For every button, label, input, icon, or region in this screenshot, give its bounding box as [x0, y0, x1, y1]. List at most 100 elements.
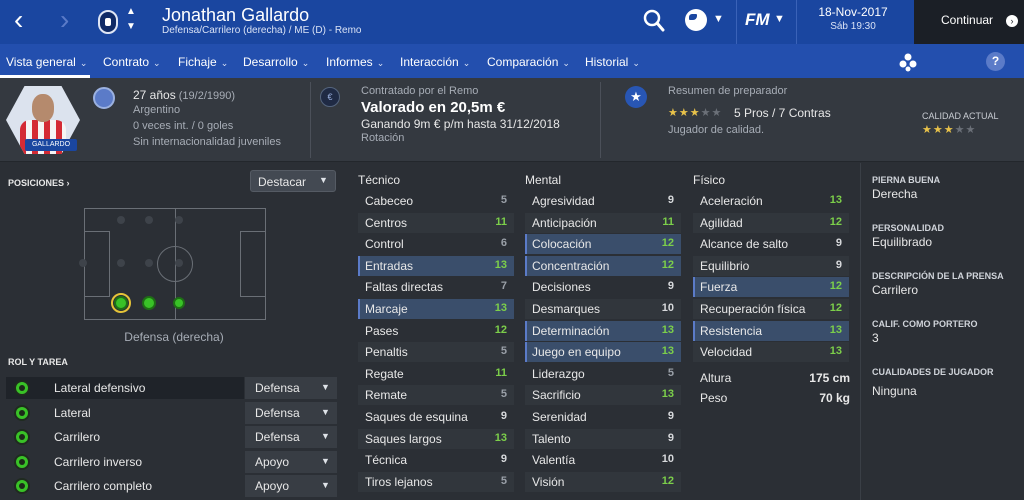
duty-dropdown[interactable]: Defensa ▼ — [244, 402, 337, 424]
attribute-row[interactable]: Regate 11 — [358, 364, 514, 384]
role-row[interactable]: Carrilero inverso Apoyo ▼ — [6, 451, 337, 473]
attribute-row[interactable]: Aceleración 13 — [693, 191, 849, 211]
attribute-value: 12 — [661, 474, 674, 487]
attribute-row[interactable]: Liderazgo 5 — [525, 364, 681, 384]
details-panel — [860, 163, 1024, 500]
contracted-by: Contratado por el Remo — [361, 85, 479, 97]
position-dot-active[interactable] — [142, 296, 156, 310]
attribute-row[interactable]: Técnica 9 — [358, 450, 514, 470]
menu-label: Informes — [326, 55, 373, 69]
menu-comparacion[interactable]: Comparación ⌄ — [487, 55, 570, 69]
attribute-value: 9 — [835, 237, 842, 250]
attribute-row[interactable]: Concentración 12 — [525, 255, 681, 276]
menu-informes[interactable]: Informes ⌄ — [326, 55, 384, 69]
attribute-row[interactable]: Equilibrio 9 — [693, 255, 849, 276]
club-badge-icon[interactable] — [98, 10, 118, 34]
attribute-row[interactable]: Fuerza 12 — [693, 277, 849, 298]
back-arrow-icon[interactable]: ‹ — [14, 6, 23, 34]
chevron-down-icon: ⌄ — [220, 58, 229, 68]
highlight-dropdown[interactable]: Destacar ▼ — [250, 170, 336, 192]
attribute-row[interactable]: Juego en equipo 13 — [525, 342, 681, 363]
attribute-row[interactable]: Alcance de salto 9 — [693, 234, 849, 254]
attribute-row[interactable]: Marcaje 13 — [358, 299, 514, 319]
help-icon[interactable]: ? — [986, 52, 1005, 71]
fm-logo[interactable]: FM — [745, 10, 770, 30]
menu-fichaje[interactable]: Fichaje ⌄ — [178, 55, 228, 69]
search-icon[interactable] — [643, 9, 665, 33]
attribute-row[interactable]: Talento 9 — [525, 428, 681, 449]
continue-button[interactable]: Continuar › — [914, 0, 1024, 44]
attribute-row[interactable]: Agresividad 9 — [525, 191, 681, 211]
attribute-row[interactable]: Colocación 12 — [525, 234, 681, 255]
position-dot-active[interactable] — [173, 297, 185, 309]
position-dot[interactable] — [117, 259, 125, 267]
menu-vista-general[interactable]: Vista general ⌄ — [6, 55, 87, 69]
duty-dropdown[interactable]: Apoyo ▼ — [244, 475, 337, 497]
attribute-row[interactable]: Decisiones 9 — [525, 277, 681, 297]
role-row[interactable]: Lateral defensivo Defensa ▼ — [6, 377, 337, 399]
fm-menu-chevron-icon[interactable]: ▼ — [774, 13, 785, 25]
attribute-value: 12 — [829, 280, 842, 293]
menu-desarrollo[interactable]: Desarrollo ⌄ — [243, 55, 309, 69]
role-row[interactable]: Lateral Defensa ▼ — [6, 402, 337, 424]
attribute-row[interactable]: Velocidad 13 — [693, 342, 849, 363]
personality-label: PERSONALIDAD — [872, 223, 945, 233]
globe-dropdown-chevron-icon[interactable]: ▼ — [713, 13, 724, 25]
attribute-value: 12 — [661, 258, 674, 271]
menu-label: Contrato — [103, 55, 150, 69]
attribute-row[interactable]: Faltas directas 7 — [358, 277, 514, 297]
attribute-row[interactable]: Serenidad 9 — [525, 407, 681, 427]
duty-dropdown[interactable]: Apoyo ▼ — [244, 451, 337, 473]
positions-label[interactable]: POSICIONES › — [8, 178, 70, 188]
attribute-value: 13 — [829, 345, 842, 358]
menu-contrato[interactable]: Contrato ⌄ — [103, 55, 161, 69]
attribute-row[interactable]: Cabeceo 5 — [358, 191, 514, 211]
nation-badge-icon[interactable] — [93, 87, 115, 109]
role-row[interactable]: Carrilero Defensa ▼ — [6, 426, 337, 448]
player-switcher-arrows[interactable]: ▲ ▼ — [126, 4, 136, 34]
attribute-row[interactable]: Entradas 13 — [358, 255, 514, 276]
media-description-value: Carrilero — [872, 283, 919, 297]
duty-dropdown[interactable]: Defensa ▼ — [244, 426, 337, 448]
position-dot[interactable] — [79, 259, 87, 267]
attribute-row[interactable]: Recuperación física 12 — [693, 299, 849, 319]
menu-interaccion[interactable]: Interacción ⌄ — [400, 55, 470, 69]
weight-value: 70 kg — [819, 391, 850, 405]
attribute-row[interactable]: Agilidad 12 — [693, 212, 849, 233]
attribute-row[interactable]: Valentía 10 — [525, 450, 681, 470]
attribute-row[interactable]: Tiros lejanos 5 — [358, 471, 514, 492]
position-dot[interactable] — [145, 259, 153, 267]
attribute-row[interactable]: Penaltis 5 — [358, 342, 514, 363]
forward-arrow-icon[interactable]: › — [60, 6, 69, 34]
attribute-row[interactable]: Control 6 — [358, 234, 514, 254]
attribute-row[interactable]: Visión 12 — [525, 471, 681, 492]
attribute-row[interactable]: Determinación 13 — [525, 320, 681, 341]
preferred-foot-value: Derecha — [872, 187, 918, 201]
chevron-down-icon: ▼ — [321, 431, 330, 441]
attribute-row[interactable]: Sacrificio 13 — [525, 385, 681, 406]
pros-cons[interactable]: 5 Pros / 7 Contras — [734, 106, 831, 120]
attribute-name: Decisiones — [532, 280, 591, 295]
globe-icon[interactable] — [685, 9, 707, 31]
role-row[interactable]: Carrilero completo Apoyo ▼ — [6, 475, 337, 497]
menu-historial[interactable]: Historial ⌄ — [585, 55, 640, 69]
position-dot[interactable] — [175, 259, 183, 267]
star-icon: ★ — [625, 86, 647, 108]
position-dot[interactable] — [145, 216, 153, 224]
scout-icon[interactable] — [898, 52, 918, 72]
attribute-name: Cabeceo — [365, 194, 414, 208]
attribute-row[interactable]: Remate 5 — [358, 385, 514, 406]
attribute-row[interactable]: Desmarques 10 — [525, 299, 681, 319]
attribute-row[interactable]: Anticipación 11 — [525, 212, 681, 233]
position-dot[interactable] — [117, 216, 125, 224]
duty-dropdown[interactable]: Defensa ▼ — [244, 377, 337, 399]
attribute-row[interactable]: Saques de esquina 9 — [358, 407, 514, 427]
attribute-row[interactable]: Pases 12 — [358, 321, 514, 341]
attribute-row[interactable]: Centros 11 — [358, 212, 514, 233]
attribute-row[interactable]: Saques largos 13 — [358, 428, 514, 449]
left-penalty-box — [84, 231, 110, 297]
role-suitability-icon — [14, 478, 30, 494]
position-dot[interactable] — [175, 216, 183, 224]
position-dot-selected[interactable] — [114, 296, 128, 310]
attribute-row[interactable]: Resistencia 13 — [693, 320, 849, 341]
